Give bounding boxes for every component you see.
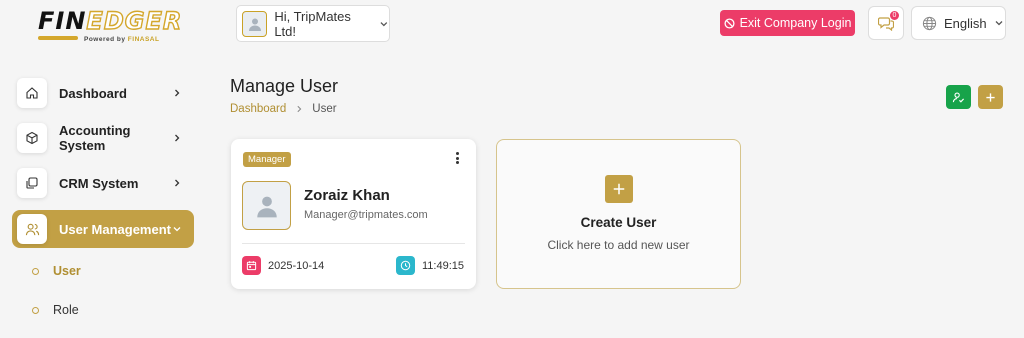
create-user-title: Create User (580, 215, 657, 230)
plus-icon (986, 92, 995, 102)
sidebar-item-label: User Management (59, 221, 171, 237)
users-icon (25, 223, 39, 235)
user-card[interactable]: Manager Zoraiz Khan Manager@tripmates.co… (231, 139, 476, 289)
chevron-right-icon (297, 105, 302, 113)
notifications-button[interactable]: 0 (868, 6, 904, 40)
time-value: 11:49:15 (421, 259, 464, 272)
chevron-down-icon (380, 21, 388, 26)
logo-powered-text: Powered by (84, 36, 126, 43)
chevron-right-icon (175, 179, 180, 187)
globe-icon (922, 16, 937, 30)
user-email: Manager@tripmates.com (304, 209, 428, 221)
exit-company-login-button[interactable]: Exit Company Login (720, 10, 855, 36)
logo-company-text: FINASAL (127, 36, 160, 43)
chevron-down-icon (995, 21, 1003, 26)
subitem-label: Role (53, 303, 79, 317)
brand-logo[interactable]: FIN EDGER Powered by FINASAL (38, 7, 182, 48)
company-avatar (242, 10, 268, 37)
person-icon (256, 196, 277, 217)
exit-button-label: Exit Company Login (739, 16, 852, 30)
sidebar-item-dashboard[interactable]: Dashboard (12, 74, 194, 112)
role-badge: Manager (243, 152, 291, 167)
sidebar-subitem-role[interactable]: Role (32, 303, 79, 317)
date-value: 2025-10-14 (268, 259, 325, 272)
sidebar-item-user-management[interactable]: User Management (12, 210, 194, 248)
language-selector[interactable]: English (911, 6, 1006, 40)
logo-fin-text: FIN (38, 7, 87, 35)
clock-icon (395, 256, 415, 275)
created-date: 2025-10-14 (242, 256, 324, 275)
company-label: Hi, TripMates Ltd! (274, 8, 351, 39)
created-time: 11:49:15 (395, 256, 464, 275)
logo-tagline: Powered by FINASAL (84, 36, 168, 43)
breadcrumb-current: User (312, 103, 337, 115)
calendar-icon (242, 256, 261, 275)
chevron-right-icon (175, 89, 180, 97)
bullet-icon (32, 306, 39, 314)
sidebar-item-label: Dashboard (59, 85, 127, 101)
side-icon-wrap (17, 78, 47, 108)
add-user-button[interactable] (978, 85, 1003, 109)
chevron-right-icon (175, 134, 180, 142)
assign-user-button[interactable] (946, 85, 971, 109)
more-options-icon[interactable] (452, 150, 462, 166)
user-check-icon (952, 91, 965, 103)
language-label: English (944, 15, 987, 31)
logo-swoosh (38, 36, 78, 40)
user-name: Zoraiz Khan (304, 187, 390, 204)
logo-edger-text: EDGER (86, 7, 183, 35)
logo-wordmark: FIN EDGER (38, 7, 182, 35)
side-icon-wrap (17, 123, 47, 153)
sidebar-item-label: Accounting System (59, 123, 131, 153)
sidebar-item-crm-system[interactable]: CRM System (12, 164, 194, 202)
bullet-icon (32, 267, 39, 275)
person-icon (248, 18, 261, 31)
user-avatar (242, 181, 291, 230)
create-user-subtitle: Click here to add new user (547, 238, 690, 252)
breadcrumb: Dashboard User (230, 103, 337, 115)
page-title: Manage User (230, 76, 339, 96)
side-icon-wrap (17, 214, 47, 244)
ban-icon (724, 17, 735, 29)
sidebar-item-label: CRM System (59, 175, 139, 191)
card-divider (242, 243, 465, 244)
chevron-down-icon (173, 227, 181, 232)
plus-icon (605, 175, 633, 203)
create-user-card[interactable]: Create User Click here to add new user (496, 139, 741, 289)
sidebar-item-accounting-system[interactable]: Accounting System (12, 119, 194, 157)
sidebar-subitem-user[interactable]: User (32, 264, 81, 278)
company-selector[interactable]: Hi, TripMates Ltd! (236, 5, 390, 42)
layers-icon (26, 177, 38, 189)
home-icon (26, 87, 38, 99)
breadcrumb-dashboard-link[interactable]: Dashboard (230, 103, 286, 115)
box-icon (26, 131, 38, 145)
subitem-label: User (53, 264, 81, 278)
side-icon-wrap (17, 168, 47, 198)
notification-count-badge: 0 (889, 10, 900, 21)
